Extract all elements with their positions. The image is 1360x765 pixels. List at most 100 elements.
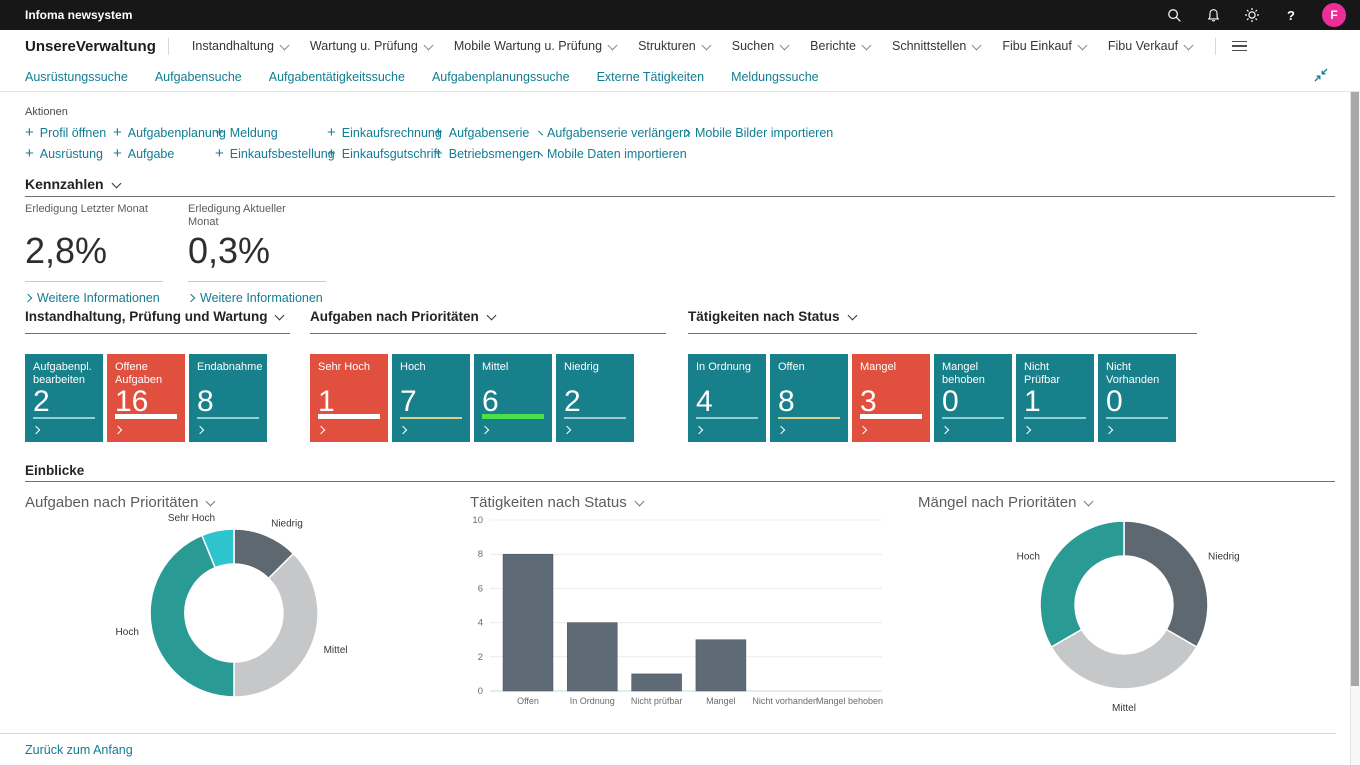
cue-tile-mangel[interactable]: Mangel3 bbox=[852, 354, 930, 442]
nav-item-wartung-u-pruefung[interactable]: Wartung u. Prüfung bbox=[310, 39, 432, 53]
actions-grid: +Profil öffnen +Ausrüstung+Aufgabenplanun… bbox=[25, 125, 853, 162]
bar-mangel[interactable] bbox=[696, 640, 746, 691]
chevron-down-icon bbox=[634, 497, 644, 507]
cue-tile-trend-bar bbox=[318, 414, 380, 419]
cue-tile-label: Nicht Prüfbar bbox=[1016, 354, 1094, 387]
chevron-right-icon bbox=[114, 426, 122, 434]
actions-section: Aktionen +Profil öffnen+Ausrüstung+Aufga… bbox=[25, 106, 853, 162]
nav-item-mobile-wartung-u-pruefung[interactable]: Mobile Wartung u. Prüfung bbox=[454, 39, 616, 53]
bar-in-ordnung[interactable] bbox=[567, 623, 617, 691]
action-einkaufsrechnung[interactable]: +Einkaufsrechnung bbox=[327, 125, 434, 141]
action-aufgabenserie-verlaengern[interactable]: Aufgabenserie verlängern bbox=[540, 125, 683, 141]
action-einkaufsgutschrift[interactable]: +Einkaufsgutschrift bbox=[327, 146, 434, 162]
action-profil-oeffnen[interactable]: +Profil öffnen bbox=[25, 125, 113, 141]
kpi-value[interactable]: 2,8% bbox=[25, 230, 175, 272]
cue-tile-label: Nicht Vorhanden bbox=[1098, 354, 1176, 387]
chevron-down-icon bbox=[1184, 40, 1194, 50]
cue-tile-trend-bar bbox=[1024, 417, 1086, 419]
cue-tile-niedrig[interactable]: Niedrig2 bbox=[556, 354, 634, 442]
gear-icon[interactable] bbox=[1244, 7, 1260, 23]
action-einkaufsbestellung[interactable]: +Einkaufsbestellung bbox=[215, 146, 327, 162]
cue-tile-value: 1 bbox=[1024, 385, 1041, 419]
divider bbox=[688, 333, 1197, 334]
cue-tile-aufgabenpl-bearbeiten[interactable]: Aufgabenpl. bearbeiten2 bbox=[25, 354, 103, 442]
cue-group-header[interactable]: Tätigkeiten nach Status bbox=[688, 309, 1197, 324]
cue-tile-label: Mangel behoben bbox=[934, 354, 1012, 387]
subnav-link-aufgabentaetigkeitssuche[interactable]: Aufgabentätigkeitssuche bbox=[269, 70, 405, 84]
donut-segment-hoch[interactable] bbox=[1040, 521, 1124, 647]
cue-tile-value: 4 bbox=[696, 385, 713, 419]
chevron-right-icon bbox=[399, 426, 407, 434]
action-ausruestung[interactable]: +Ausrüstung bbox=[25, 146, 113, 162]
cue-tile-hoch[interactable]: Hoch7 bbox=[392, 354, 470, 442]
donut-segment-niedrig[interactable] bbox=[1124, 521, 1208, 647]
cue-group-header[interactable]: Aufgaben nach Prioritäten bbox=[310, 309, 666, 324]
cue-tiles: In Ordnung4Offen8Mangel3Mangel behoben0N… bbox=[688, 354, 1197, 442]
action-aufgabenplanung[interactable]: +Aufgabenplanung bbox=[113, 125, 215, 141]
back-to-top-link[interactable]: Zurück zum Anfang bbox=[25, 743, 133, 757]
cue-tile-trend-bar bbox=[400, 417, 462, 419]
action-column: +Meldung +Einkaufsbestellung bbox=[215, 125, 327, 162]
subnav-link-aufgabenplanungssuche[interactable]: Aufgabenplanungssuche bbox=[432, 70, 570, 84]
bar-nicht-pruefbar[interactable] bbox=[632, 674, 682, 691]
action-aufgabe[interactable]: +Aufgabe bbox=[113, 146, 215, 162]
cue-tile-sehr-hoch[interactable]: Sehr Hoch1 bbox=[310, 354, 388, 442]
bar-offen[interactable] bbox=[503, 554, 553, 691]
nav-item-berichte[interactable]: Berichte bbox=[810, 39, 870, 53]
chevron-down-icon bbox=[780, 40, 790, 50]
kpi-more-link[interactable]: Weitere Informationen bbox=[188, 291, 338, 305]
kpi-more-link[interactable]: Weitere Informationen bbox=[25, 291, 175, 305]
help-icon[interactable]: ? bbox=[1283, 7, 1299, 23]
nav-item-fibu-einkauf[interactable]: Fibu Einkauf bbox=[1002, 39, 1085, 53]
cue-tile-offen[interactable]: Offen8 bbox=[770, 354, 848, 442]
avatar[interactable]: F bbox=[1322, 3, 1346, 27]
action-mobile-bilder-importieren[interactable]: Mobile Bilder importieren bbox=[683, 125, 853, 141]
kpi-value[interactable]: 0,3% bbox=[188, 230, 338, 272]
cue-tile-endabnahme[interactable]: Endabnahme8 bbox=[189, 354, 267, 442]
kennzahlen-header[interactable]: Kennzahlen bbox=[25, 176, 120, 192]
donut-segment-mittel[interactable] bbox=[234, 554, 318, 697]
cue-tile-value: 7 bbox=[400, 385, 417, 419]
cue-tile-nicht-vorhanden[interactable]: Nicht Vorhanden0 bbox=[1098, 354, 1176, 442]
action-betriebsmengen[interactable]: +Betriebsmengen bbox=[434, 146, 540, 162]
cue-tile-in-ordnung[interactable]: In Ordnung4 bbox=[688, 354, 766, 442]
chevron-right-icon bbox=[941, 426, 949, 434]
cue-tile-mangel-behoben[interactable]: Mangel behoben0 bbox=[934, 354, 1012, 442]
cue-tile-nicht-pruefbar[interactable]: Nicht Prüfbar1 bbox=[1016, 354, 1094, 442]
cue-tile-trend-bar bbox=[564, 417, 626, 419]
plus-icon: + bbox=[327, 127, 336, 139]
subnav-link-externe-taetigkeiten[interactable]: Externe Tätigkeiten bbox=[597, 70, 704, 84]
subnav-link-meldungssuche[interactable]: Meldungssuche bbox=[731, 70, 819, 84]
donut-label-mittel: Mittel bbox=[1112, 703, 1136, 714]
scrollbar-thumb[interactable] bbox=[1351, 92, 1359, 686]
einblicke-title: Einblicke bbox=[25, 463, 84, 478]
cue-group-header[interactable]: Instandhaltung, Prüfung und Wartung bbox=[25, 309, 290, 324]
cue-tile-mittel[interactable]: Mittel6 bbox=[474, 354, 552, 442]
search-icon[interactable] bbox=[1166, 7, 1182, 23]
nav-item-instandhaltung[interactable]: Instandhaltung bbox=[192, 39, 288, 53]
chevron-right-icon bbox=[1023, 426, 1031, 434]
nav-item-suchen[interactable]: Suchen bbox=[732, 39, 788, 53]
collapse-icon[interactable] bbox=[1312, 66, 1330, 89]
nav-item-fibu-verkauf[interactable]: Fibu Verkauf bbox=[1108, 39, 1192, 53]
action-aufgabenserie[interactable]: +Aufgabenserie bbox=[434, 125, 540, 141]
subnav-link-ausruestungssuche[interactable]: Ausrüstungssuche bbox=[25, 70, 128, 84]
action-meldung[interactable]: +Meldung bbox=[215, 125, 327, 141]
donut-segment-mittel[interactable] bbox=[1051, 630, 1196, 689]
x-axis-label-mangel-behoben: Mangel behoben bbox=[816, 696, 883, 706]
nav-item-strukturen[interactable]: Strukturen bbox=[638, 39, 710, 53]
nav-item-label: Wartung u. Prüfung bbox=[310, 39, 418, 53]
nav-item-label: Suchen bbox=[732, 39, 774, 53]
action-label: Mobile Daten importieren bbox=[547, 147, 687, 161]
actions-label: Aktionen bbox=[25, 106, 853, 118]
cue-tile-offene-aufgaben[interactable]: Offene Aufgaben16 bbox=[107, 354, 185, 442]
y-axis-tick: 6 bbox=[478, 583, 483, 594]
nav-item-schnittstellen[interactable]: Schnittstellen bbox=[892, 39, 980, 53]
cue-tile-trend-bar bbox=[696, 417, 758, 419]
action-mobile-daten-importieren[interactable]: Mobile Daten importieren bbox=[540, 146, 683, 162]
hamburger-icon[interactable] bbox=[1228, 37, 1251, 56]
plus-icon: + bbox=[25, 148, 34, 160]
bell-icon[interactable] bbox=[1205, 7, 1221, 23]
subnav-link-aufgabensuche[interactable]: Aufgabensuche bbox=[155, 70, 242, 84]
role-center-title[interactable]: UnsereVerwaltung bbox=[25, 38, 156, 55]
